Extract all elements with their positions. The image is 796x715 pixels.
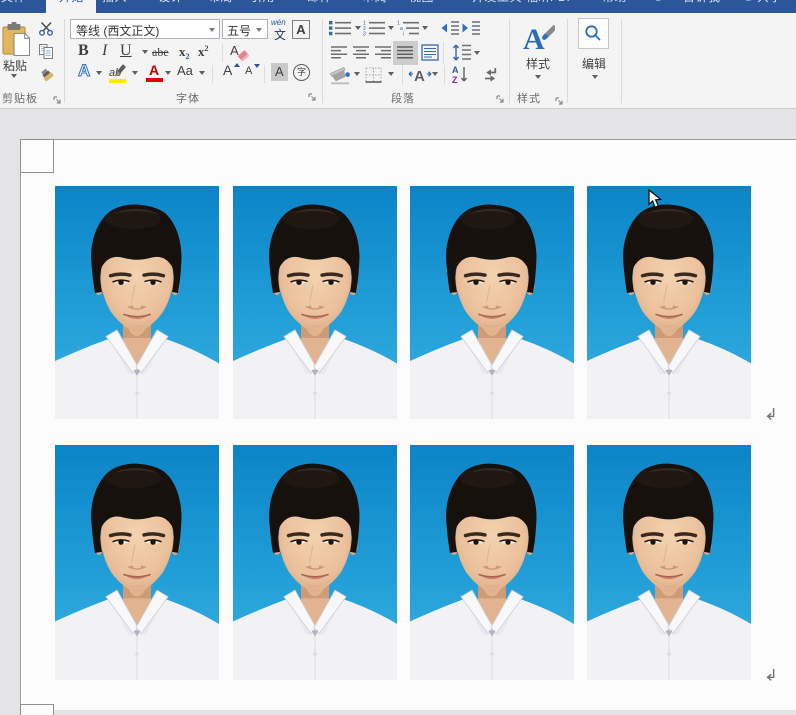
svg-text:A: A	[452, 65, 459, 75]
svg-text:A: A	[230, 43, 239, 58]
svg-text:3: 3	[363, 31, 366, 36]
svg-text:A: A	[414, 68, 425, 84]
svg-text:A: A	[523, 23, 545, 53]
svg-text:Z: Z	[452, 75, 458, 85]
svg-text:i: i	[403, 31, 404, 36]
